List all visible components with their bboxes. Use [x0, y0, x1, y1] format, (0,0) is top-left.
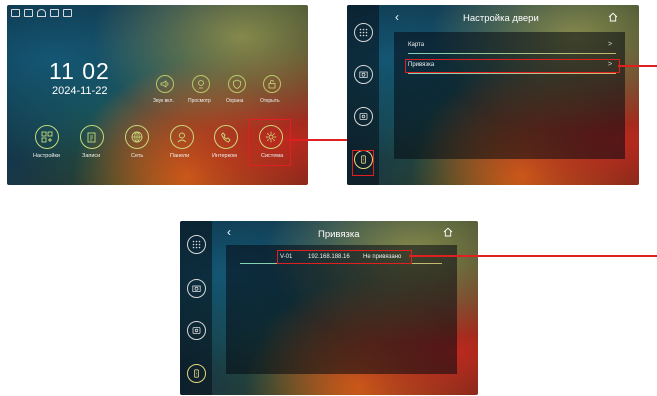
door-icon	[194, 369, 199, 378]
sidebar	[180, 221, 212, 395]
intercom-label: Интерком	[212, 153, 237, 159]
sidebar-camera-button[interactable]	[354, 65, 373, 84]
binding-row-highlight	[277, 250, 412, 264]
door-highlight	[352, 150, 374, 176]
status-bar	[11, 9, 72, 17]
shield-icon	[233, 79, 241, 89]
top-bar: ‹ Привязка	[212, 221, 478, 245]
unlock-button[interactable]	[263, 75, 281, 93]
guard-label: Охрана	[226, 98, 244, 104]
records-label: Записи	[82, 153, 101, 159]
network-label: Сеть	[131, 153, 144, 159]
page-title: Привязка	[318, 229, 360, 240]
panels-button[interactable]	[170, 125, 194, 149]
settings-panel: Карта > Привязка >	[394, 32, 625, 159]
keypad-icon	[192, 240, 201, 249]
back-button[interactable]: ‹	[395, 10, 399, 24]
cctv-icon	[359, 113, 368, 120]
speaker-label: Звук вкл.	[153, 98, 174, 104]
connector-line	[409, 255, 657, 257]
status-icon	[24, 9, 33, 17]
camera-icon	[192, 285, 201, 292]
sidebar-camera-button[interactable]	[187, 279, 206, 298]
sidebar-door-button[interactable]	[187, 364, 206, 383]
preview-label: Просмотр	[188, 98, 211, 104]
status-icon	[11, 9, 20, 17]
speaker-icon	[160, 80, 169, 88]
map-item-label[interactable]: Карта	[408, 42, 424, 48]
unlock-label: Открыть	[260, 98, 280, 104]
status-icon	[50, 9, 59, 17]
home-icon[interactable]	[608, 12, 618, 22]
system-highlight	[248, 119, 291, 166]
intercom-icon	[220, 132, 231, 143]
unlock-icon	[268, 80, 276, 89]
sidebar-keypad-button[interactable]	[354, 23, 373, 42]
network-button[interactable]	[125, 125, 149, 149]
intercom-button[interactable]	[214, 125, 238, 149]
binding-highlight	[405, 59, 620, 73]
panels-label: Панели	[170, 153, 190, 159]
connector-line	[618, 65, 657, 67]
cctv-icon	[192, 327, 201, 334]
clock-date: 2024-11-22	[52, 85, 108, 97]
preview-icon	[198, 80, 204, 89]
chevron-right-icon: >	[608, 41, 613, 48]
status-icon	[63, 9, 72, 17]
camera-icon	[359, 71, 368, 78]
settings-grid-icon	[41, 131, 53, 143]
speaker-button[interactable]	[156, 75, 174, 93]
home-icon[interactable]	[443, 227, 453, 237]
connector-line	[289, 139, 355, 141]
records-button[interactable]	[80, 125, 104, 149]
divider	[408, 73, 616, 74]
page-title: Настройка двери	[463, 13, 539, 24]
home-screen: 11 02 2024-11-22 Звук вкл. Просмотр Охра…	[7, 5, 308, 185]
settings-label: Настройки	[33, 153, 60, 159]
records-icon	[87, 132, 96, 143]
keypad-icon	[359, 28, 368, 37]
settings-button[interactable]	[35, 125, 59, 149]
preview-button[interactable]	[192, 75, 210, 93]
back-button[interactable]: ‹	[227, 225, 231, 239]
binding-panel: V-01 192.168.188.16 Не привязано	[226, 245, 457, 374]
top-bar: ‹ Настройка двери	[379, 5, 639, 29]
clock-time: 11 02	[49, 58, 110, 84]
binding-screen: ‹ Привязка V-01 192.168.188.16 Не привяз…	[180, 221, 478, 395]
sidebar-cctv-button[interactable]	[187, 321, 206, 340]
sidebar-cctv-button[interactable]	[354, 107, 373, 126]
network-icon	[131, 131, 143, 143]
wifi-icon	[37, 9, 46, 17]
divider	[408, 53, 616, 54]
guard-button[interactable]	[228, 75, 246, 93]
panel-icon	[177, 132, 187, 143]
door-settings-screen: ‹ Настройка двери Карта > Привязка >	[347, 5, 639, 185]
sidebar-keypad-button[interactable]	[187, 235, 206, 254]
